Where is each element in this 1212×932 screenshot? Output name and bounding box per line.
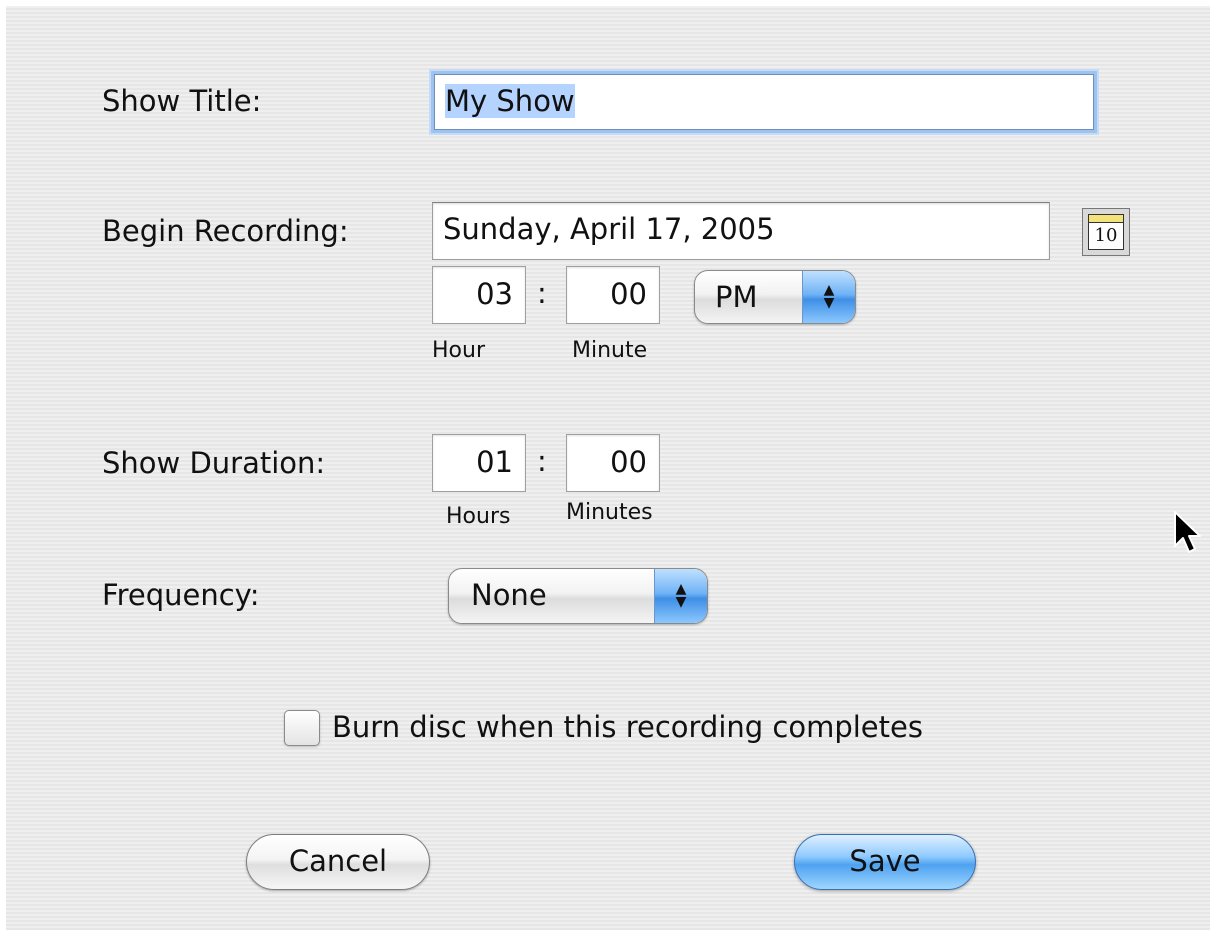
hour-field[interactable]: 03 [432, 266, 526, 324]
begin-recording-label: Begin Recording: [102, 214, 349, 248]
hour-caption: Hour [432, 338, 485, 363]
burn-disc-checkbox[interactable] [284, 710, 320, 746]
schedule-recording-dialog: Show Title: My Show Begin Recording: Sun… [6, 6, 1210, 930]
begin-date-field[interactable]: Sunday, April 17, 2005 [432, 202, 1050, 260]
show-duration-label: Show Duration: [102, 446, 326, 480]
show-title-label: Show Title: [102, 84, 262, 118]
mouse-cursor-icon [1174, 511, 1201, 553]
duration-hours-field[interactable]: 01 [432, 434, 526, 492]
duration-separator: : [537, 444, 547, 478]
time-separator: : [537, 276, 547, 310]
calendar-button[interactable]: 10 [1082, 208, 1130, 256]
begin-date-value: Sunday, April 17, 2005 [443, 212, 775, 246]
save-button[interactable]: Save [794, 834, 976, 890]
minute-caption: Minute [572, 338, 648, 363]
minute-field[interactable]: 00 [566, 266, 660, 324]
popup-arrows-icon: ▲ ▼ [802, 271, 855, 323]
show-title-input[interactable]: My Show [434, 74, 1094, 130]
calendar-day: 10 [1094, 225, 1118, 246]
calendar-icon: 10 [1088, 214, 1124, 250]
frequency-label: Frequency: [102, 578, 260, 612]
show-title-value: My Show [445, 84, 575, 118]
minutes-caption: Minutes [566, 500, 653, 525]
ampm-popup[interactable]: PM ▲ ▼ [694, 270, 856, 324]
frequency-popup[interactable]: None ▲ ▼ [448, 568, 708, 624]
cancel-button[interactable]: Cancel [246, 834, 430, 890]
duration-minutes-field[interactable]: 00 [566, 434, 660, 492]
popup-arrows-icon: ▲ ▼ [654, 569, 707, 623]
burn-disc-label[interactable]: Burn disc when this recording completes [332, 710, 923, 744]
frequency-value: None [471, 578, 547, 612]
ampm-value: PM [715, 280, 758, 314]
hours-caption: Hours [446, 504, 511, 529]
